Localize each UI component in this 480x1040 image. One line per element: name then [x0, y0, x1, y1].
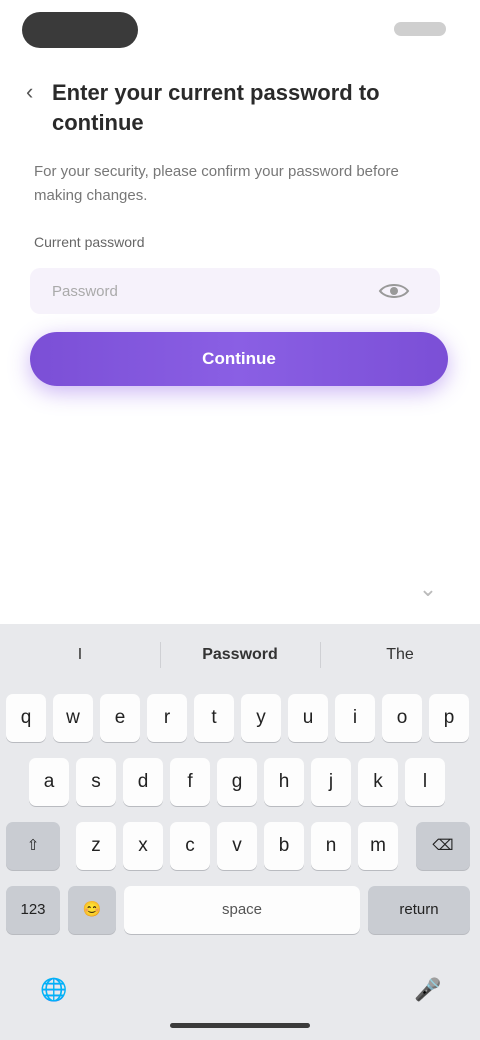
suggestion-divider	[320, 642, 321, 668]
backspace-key[interactable]: ⌫	[416, 822, 470, 870]
globe-icon[interactable]: 🌐	[38, 974, 70, 1006]
key[interactable]: m	[358, 822, 398, 870]
shift-key[interactable]: ⇧	[6, 822, 60, 870]
key[interactable]: z	[76, 822, 116, 870]
password-field-label: Current password	[34, 234, 145, 250]
key[interactable]: b	[264, 822, 304, 870]
status-bar-time-pill	[22, 12, 138, 48]
back-icon[interactable]: ‹	[26, 81, 42, 103]
keyboard-row-1: q w e r t y u i o p	[6, 694, 474, 746]
key[interactable]: t	[194, 694, 234, 742]
home-indicator	[170, 1023, 310, 1028]
eye-icon[interactable]	[378, 282, 410, 300]
key[interactable]: f	[170, 758, 210, 806]
key[interactable]: d	[123, 758, 163, 806]
password-input[interactable]	[30, 268, 382, 314]
page-title: Enter your current password to continue	[52, 80, 380, 135]
suggestion-1[interactable]: I	[10, 638, 150, 672]
suggestion-divider	[160, 642, 161, 668]
key[interactable]: r	[147, 694, 187, 742]
password-field[interactable]	[30, 268, 440, 314]
space-key[interactable]: space	[124, 886, 360, 934]
key[interactable]: p	[429, 694, 469, 742]
key[interactable]: l	[405, 758, 445, 806]
key[interactable]: w	[53, 694, 93, 742]
key[interactable]: k	[358, 758, 398, 806]
key[interactable]: q	[6, 694, 46, 742]
keyboard-row-4: 123 😊 space return	[6, 886, 474, 938]
key[interactable]: c	[170, 822, 210, 870]
page-description: For your security, please confirm your p…	[34, 163, 399, 204]
key[interactable]: s	[76, 758, 116, 806]
key[interactable]: g	[217, 758, 257, 806]
key[interactable]: a	[29, 758, 69, 806]
suggestion-2[interactable]: Password	[170, 638, 310, 672]
onscreen-keyboard: I Password The q w e r t y u i o p a s d…	[0, 624, 480, 1040]
keyboard-row-2: a s d f g h j k l	[6, 758, 474, 810]
microphone-icon[interactable]: 🎤	[412, 974, 444, 1006]
key[interactable]: y	[241, 694, 281, 742]
chevron-down-icon[interactable]: ⌄	[416, 576, 440, 601]
key[interactable]: h	[264, 758, 304, 806]
status-bar-indicators	[394, 22, 446, 36]
key[interactable]: e	[100, 694, 140, 742]
continue-button[interactable]: Continue	[30, 332, 448, 386]
numbers-key[interactable]: 123	[6, 886, 60, 934]
keyboard-suggestions: I Password The	[0, 624, 480, 686]
key[interactable]: u	[288, 694, 328, 742]
suggestion-3[interactable]: The	[330, 638, 470, 672]
key[interactable]: n	[311, 822, 351, 870]
key[interactable]: o	[382, 694, 422, 742]
keyboard-row-3: ⇧ z x c v b n m ⌫	[6, 822, 474, 874]
return-key[interactable]: return	[368, 886, 470, 934]
key[interactable]: v	[217, 822, 257, 870]
key[interactable]: j	[311, 758, 351, 806]
key[interactable]: i	[335, 694, 375, 742]
key[interactable]: x	[123, 822, 163, 870]
emoji-key[interactable]: 😊	[68, 886, 116, 934]
